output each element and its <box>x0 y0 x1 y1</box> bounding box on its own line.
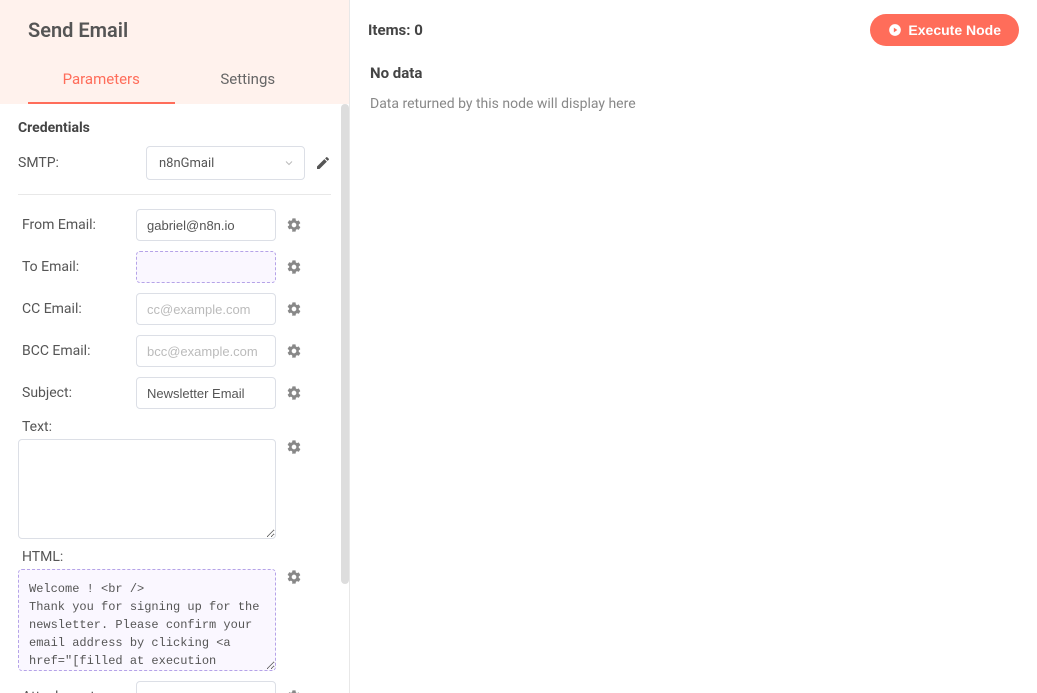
items-count: Items: 0 <box>368 21 423 39</box>
html-label: HTML: <box>18 549 331 565</box>
gear-icon[interactable] <box>286 569 302 585</box>
attachments-label: Attachments: <box>18 689 136 693</box>
credentials-section-label: Credentials <box>18 120 331 136</box>
gear-icon[interactable] <box>286 301 302 317</box>
node-title: Send Email <box>28 18 321 42</box>
gear-icon[interactable] <box>286 439 302 455</box>
form-area[interactable]: Credentials SMTP: n8nGmail From Email: <box>0 104 349 693</box>
text-block: Text: <box>18 419 331 539</box>
cc-email-label: CC Email: <box>18 301 136 317</box>
to-email-label: To Email: <box>18 259 136 275</box>
from-email-row: From Email: <box>18 209 331 241</box>
smtp-select[interactable]: n8nGmail <box>146 146 305 180</box>
bcc-email-input[interactable] <box>136 335 276 367</box>
smtp-select-value: n8nGmail <box>159 156 214 171</box>
from-email-input[interactable] <box>136 209 276 241</box>
html-textarea[interactable] <box>18 569 276 671</box>
subject-row: Subject: <box>18 377 331 409</box>
left-panel: Send Email Parameters Settings Credentia… <box>0 0 350 693</box>
cc-email-row: CC Email: <box>18 293 331 325</box>
smtp-label: SMTP: <box>18 155 136 171</box>
text-textarea[interactable] <box>18 439 276 539</box>
bcc-email-label: BCC Email: <box>18 343 136 359</box>
html-block: HTML: <box>18 549 331 671</box>
scrollbar[interactable] <box>341 104 349 584</box>
to-email-input[interactable] <box>136 251 276 283</box>
tab-settings[interactable]: Settings <box>175 58 322 104</box>
gear-icon[interactable] <box>286 385 302 401</box>
credential-row: SMTP: n8nGmail <box>18 146 331 195</box>
text-label: Text: <box>18 419 331 435</box>
tabs: Parameters Settings <box>28 58 321 104</box>
from-email-label: From Email: <box>18 217 136 233</box>
smtp-select-wrap: n8nGmail <box>146 146 305 180</box>
attachments-row: Attachments: <box>18 681 331 693</box>
subject-input[interactable] <box>136 377 276 409</box>
execute-node-button[interactable]: Execute Node <box>870 14 1019 46</box>
panel-header: Send Email Parameters Settings <box>0 0 349 104</box>
right-header: Items: 0 Execute Node <box>368 14 1019 46</box>
pencil-icon[interactable] <box>315 155 331 171</box>
bcc-email-row: BCC Email: <box>18 335 331 367</box>
gear-icon[interactable] <box>286 259 302 275</box>
attachments-input[interactable] <box>136 681 276 693</box>
gear-icon[interactable] <box>286 217 302 233</box>
no-data-label: No data <box>368 64 1019 82</box>
subject-label: Subject: <box>18 385 136 401</box>
execute-node-label: Execute Node <box>908 22 1001 38</box>
play-icon <box>888 23 902 37</box>
gear-icon[interactable] <box>286 343 302 359</box>
hint-text: Data returned by this node will display … <box>368 96 1019 112</box>
to-email-row: To Email: <box>18 251 331 283</box>
gear-icon[interactable] <box>286 689 302 693</box>
cc-email-input[interactable] <box>136 293 276 325</box>
right-panel: Items: 0 Execute Node No data Data retur… <box>350 0 1037 693</box>
tab-parameters[interactable]: Parameters <box>28 58 175 104</box>
